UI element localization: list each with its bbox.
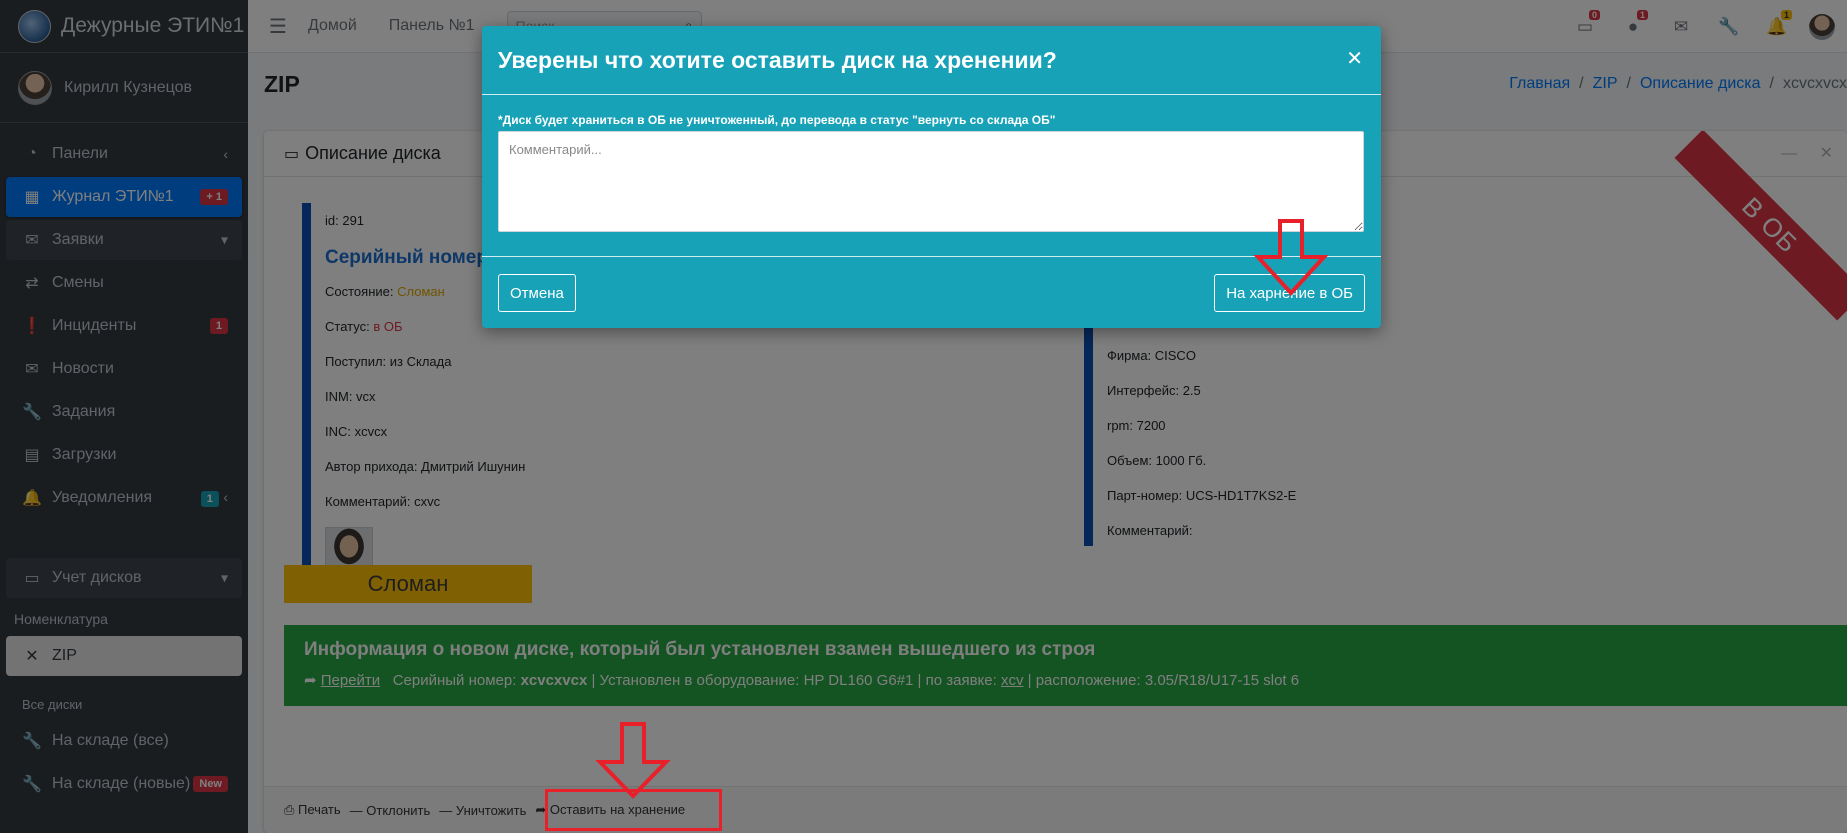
modal-title: Уверены что хотите оставить диск на хрен… [498,46,1057,73]
cancel-button[interactable]: Отмена [498,274,576,312]
close-icon[interactable]: ✕ [1346,46,1363,71]
comment-input[interactable] [498,131,1364,232]
confirm-storage-modal: Уверены что хотите оставить диск на хрен… [482,26,1381,328]
modal-header: Уверены что хотите оставить диск на хрен… [482,26,1381,95]
modal-note: *Диск будет храниться в ОБ не уничтоженн… [498,113,1056,127]
modal-body: *Диск будет храниться в ОБ не уничтоженн… [482,95,1381,255]
modal-footer: Отмена На харнение в ОБ [482,256,1381,328]
confirm-storage-button[interactable]: На харнение в ОБ [1214,274,1365,312]
annotation-highlight-box [545,789,722,831]
